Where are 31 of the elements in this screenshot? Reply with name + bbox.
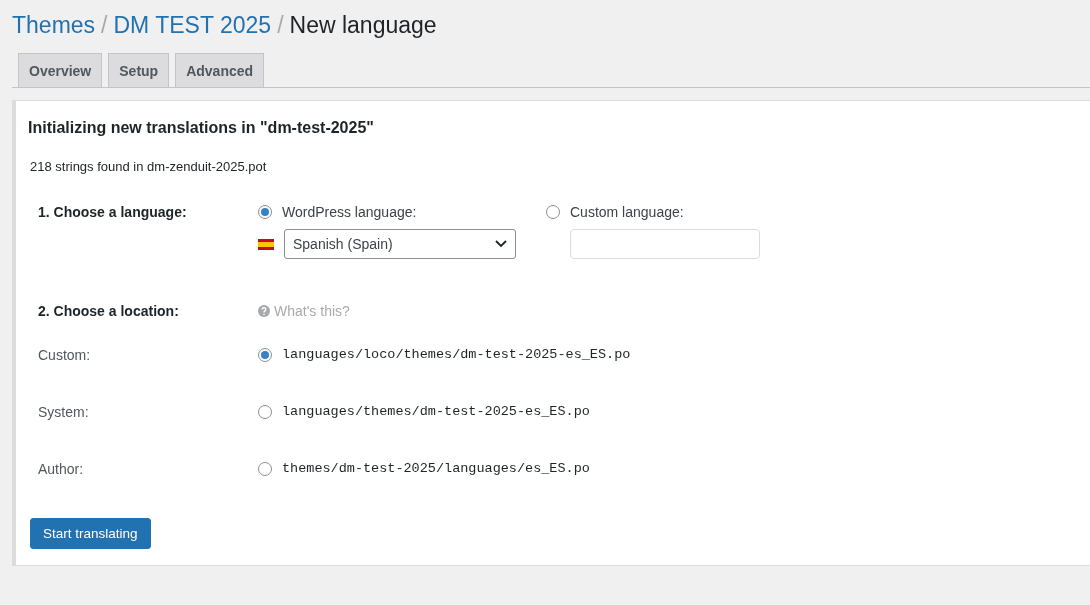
radio-button[interactable] xyxy=(258,347,272,362)
radio-button[interactable] xyxy=(258,404,272,419)
radio-button[interactable] xyxy=(258,461,272,476)
panel-title: Initializing new translations in "dm-test-2025" xyxy=(28,119,375,137)
file-path: languages/loco/themes/dm-test-2025-es_ES.po xyxy=(282,347,631,362)
tab[interactable]: Overview xyxy=(18,53,103,87)
breadcrumb-separator: / xyxy=(101,12,108,39)
help-icon xyxy=(258,305,270,317)
file-path: languages/themes/dm-test-2025-es_ES.po xyxy=(282,404,590,419)
section-heading: 2. Choose a location: xyxy=(38,303,180,319)
file-path: themes/dm-test-2025/languages/es_ES.po xyxy=(282,461,590,476)
location-label: Author: xyxy=(38,461,85,477)
option-label: WordPress language: xyxy=(282,204,417,220)
page-title: New language xyxy=(289,12,437,39)
breadcrumb-link[interactable]: Themes xyxy=(12,12,96,39)
location-label: Custom: xyxy=(38,347,92,363)
radio-button[interactable] xyxy=(258,205,272,219)
language-select[interactable]: Spanish (Spain) xyxy=(284,229,516,259)
breadcrumb-separator: / xyxy=(277,12,284,39)
tab[interactable]: Setup xyxy=(108,53,170,87)
breadcrumb-link[interactable]: DM TEST 2025 xyxy=(113,12,272,39)
input-field[interactable] xyxy=(570,229,760,259)
location-label: System: xyxy=(38,404,90,420)
flag-icon xyxy=(258,238,274,250)
radio-button[interactable] xyxy=(546,205,560,219)
tab[interactable]: Advanced xyxy=(175,53,265,87)
option-label: Custom language: xyxy=(570,204,684,220)
section-heading: 1. Choose a language: xyxy=(38,204,188,222)
summary-text: 218 strings found in dm-zenduit-2025.pot xyxy=(30,159,268,174)
start-translating-button[interactable]: Start translating xyxy=(30,518,151,549)
chevron-down-icon xyxy=(495,240,507,248)
